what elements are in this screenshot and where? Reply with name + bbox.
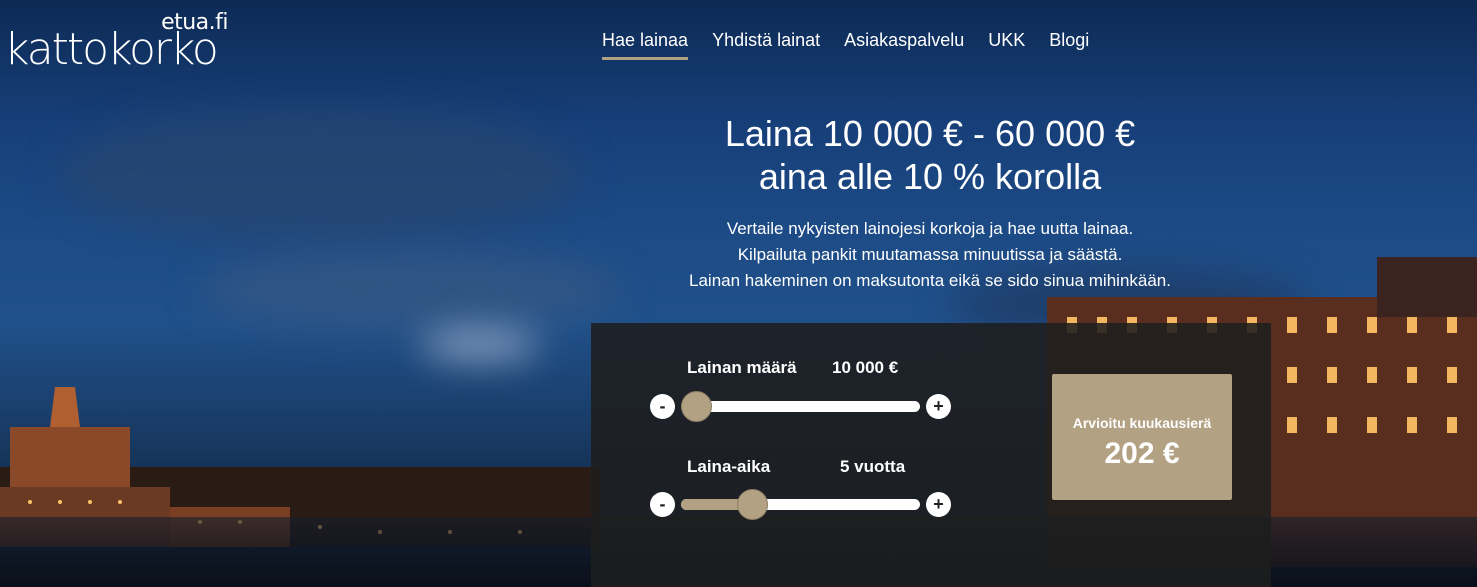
amount-slider[interactable] bbox=[681, 391, 920, 422]
term-value: 5 vuotta bbox=[840, 457, 906, 476]
main-nav: Hae lainaa Yhdistä lainat Asiakaspalvelu… bbox=[602, 30, 1089, 60]
monthly-payment-value: 202 € bbox=[1104, 437, 1180, 470]
hero-section: Laina 10 000 € - 60 000 € aina alle 10 %… bbox=[600, 112, 1260, 294]
nav-item-ukk[interactable]: UKK bbox=[988, 30, 1025, 60]
hero-title-line-2: aina alle 10 % korolla bbox=[758, 156, 1102, 197]
monthly-payment-box: Arvioitu kuukausierä 202 € bbox=[1052, 374, 1232, 500]
logo-wordmark: kattokorko bbox=[4, 24, 219, 75]
hero-desc-line-1: Vertaile nykyisten lainojesi korkoja ja … bbox=[726, 219, 1134, 238]
amount-label: Lainan määrä bbox=[687, 358, 797, 377]
term-slider[interactable] bbox=[681, 489, 920, 520]
term-slider-handle[interactable] bbox=[737, 489, 769, 520]
nav-item-yhdista-lainat[interactable]: Yhdistä lainat bbox=[712, 30, 820, 60]
hero-title-line-1: Laina 10 000 € - 60 000 € bbox=[724, 113, 1136, 154]
amount-slider-handle[interactable] bbox=[681, 391, 712, 422]
hero-desc-line-2: Kilpailuta pankit muutamassa minuutissa … bbox=[737, 245, 1123, 264]
term-minus-button[interactable]: - bbox=[650, 492, 675, 517]
amount-minus-button[interactable]: - bbox=[650, 394, 675, 419]
amount-value: 10 000 € bbox=[832, 358, 899, 377]
nav-item-asiakaspalvelu[interactable]: Asiakaspalvelu bbox=[844, 30, 964, 60]
hero-desc-line-3: Lainan hakeminen on maksutonta eikä se s… bbox=[689, 271, 1171, 290]
term-label: Laina-aika bbox=[687, 457, 771, 476]
nav-item-blogi[interactable]: Blogi bbox=[1049, 30, 1089, 60]
hero-title: Laina 10 000 € - 60 000 € aina alle 10 %… bbox=[600, 112, 1260, 198]
loan-calculator: Lainan määrä 10 000 € - + Laina-aika 5 v… bbox=[591, 323, 1271, 587]
site-logo[interactable]: etua.fi kattokorko bbox=[4, 8, 234, 75]
term-plus-button[interactable]: + bbox=[926, 492, 951, 517]
hero-description: Vertaile nykyisten lainojesi korkoja ja … bbox=[600, 216, 1260, 294]
nav-item-hae-lainaa[interactable]: Hae lainaa bbox=[602, 30, 689, 60]
amount-plus-button[interactable]: + bbox=[926, 394, 951, 419]
monthly-payment-label: Arvioitu kuukausierä bbox=[1072, 415, 1212, 431]
